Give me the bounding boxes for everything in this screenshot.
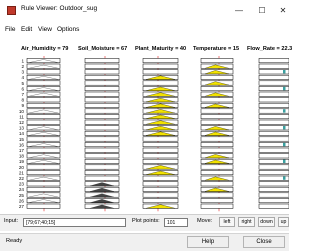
input-label: Input: xyxy=(4,218,18,224)
plot-points-field[interactable]: 101 xyxy=(164,218,188,227)
input-field[interactable]: [79;67;40;15] xyxy=(23,218,126,227)
rule-plot-area xyxy=(0,36,289,212)
status-text: Ready xyxy=(6,238,23,244)
move-down-button[interactable]: down xyxy=(258,217,275,227)
menu-options[interactable]: Options xyxy=(57,26,79,33)
close-icon[interactable]: ✕ xyxy=(276,4,290,17)
column-header-flow-rate: Flow_Rate = 22.3 xyxy=(247,46,293,52)
menu-file[interactable]: File xyxy=(5,26,15,33)
column-header-air-humidity: Air_Humidity = 79 xyxy=(21,46,69,52)
menu-edit[interactable]: Edit xyxy=(21,26,32,33)
maximize-icon[interactable]: ☐ xyxy=(255,4,269,17)
title-bar: Rule Viewer: Outdoor_sug — ☐ ✕ xyxy=(0,0,289,22)
column-header-soil-moisture: Soil_Moisture = 67 xyxy=(78,46,128,52)
plot-points-label: Plot points: xyxy=(132,218,160,224)
column-header-temperature: Temperature = 15 xyxy=(193,46,240,52)
move-left-button[interactable]: left xyxy=(219,217,235,227)
menu-bar: File Edit View Options xyxy=(0,24,289,36)
window-title: Rule Viewer: Outdoor_sug xyxy=(21,5,98,12)
menu-view[interactable]: View xyxy=(38,26,52,33)
move-label: Move: xyxy=(197,218,213,224)
help-button[interactable]: Help xyxy=(187,236,229,248)
close-button[interactable]: Close xyxy=(243,236,285,248)
column-header-plant-maturity: Plant_Maturity = 40 xyxy=(135,46,187,52)
minimize-icon[interactable]: — xyxy=(232,4,246,17)
move-right-button[interactable]: right xyxy=(238,217,255,227)
app-icon xyxy=(7,6,16,15)
move-up-button[interactable]: up xyxy=(278,217,289,227)
